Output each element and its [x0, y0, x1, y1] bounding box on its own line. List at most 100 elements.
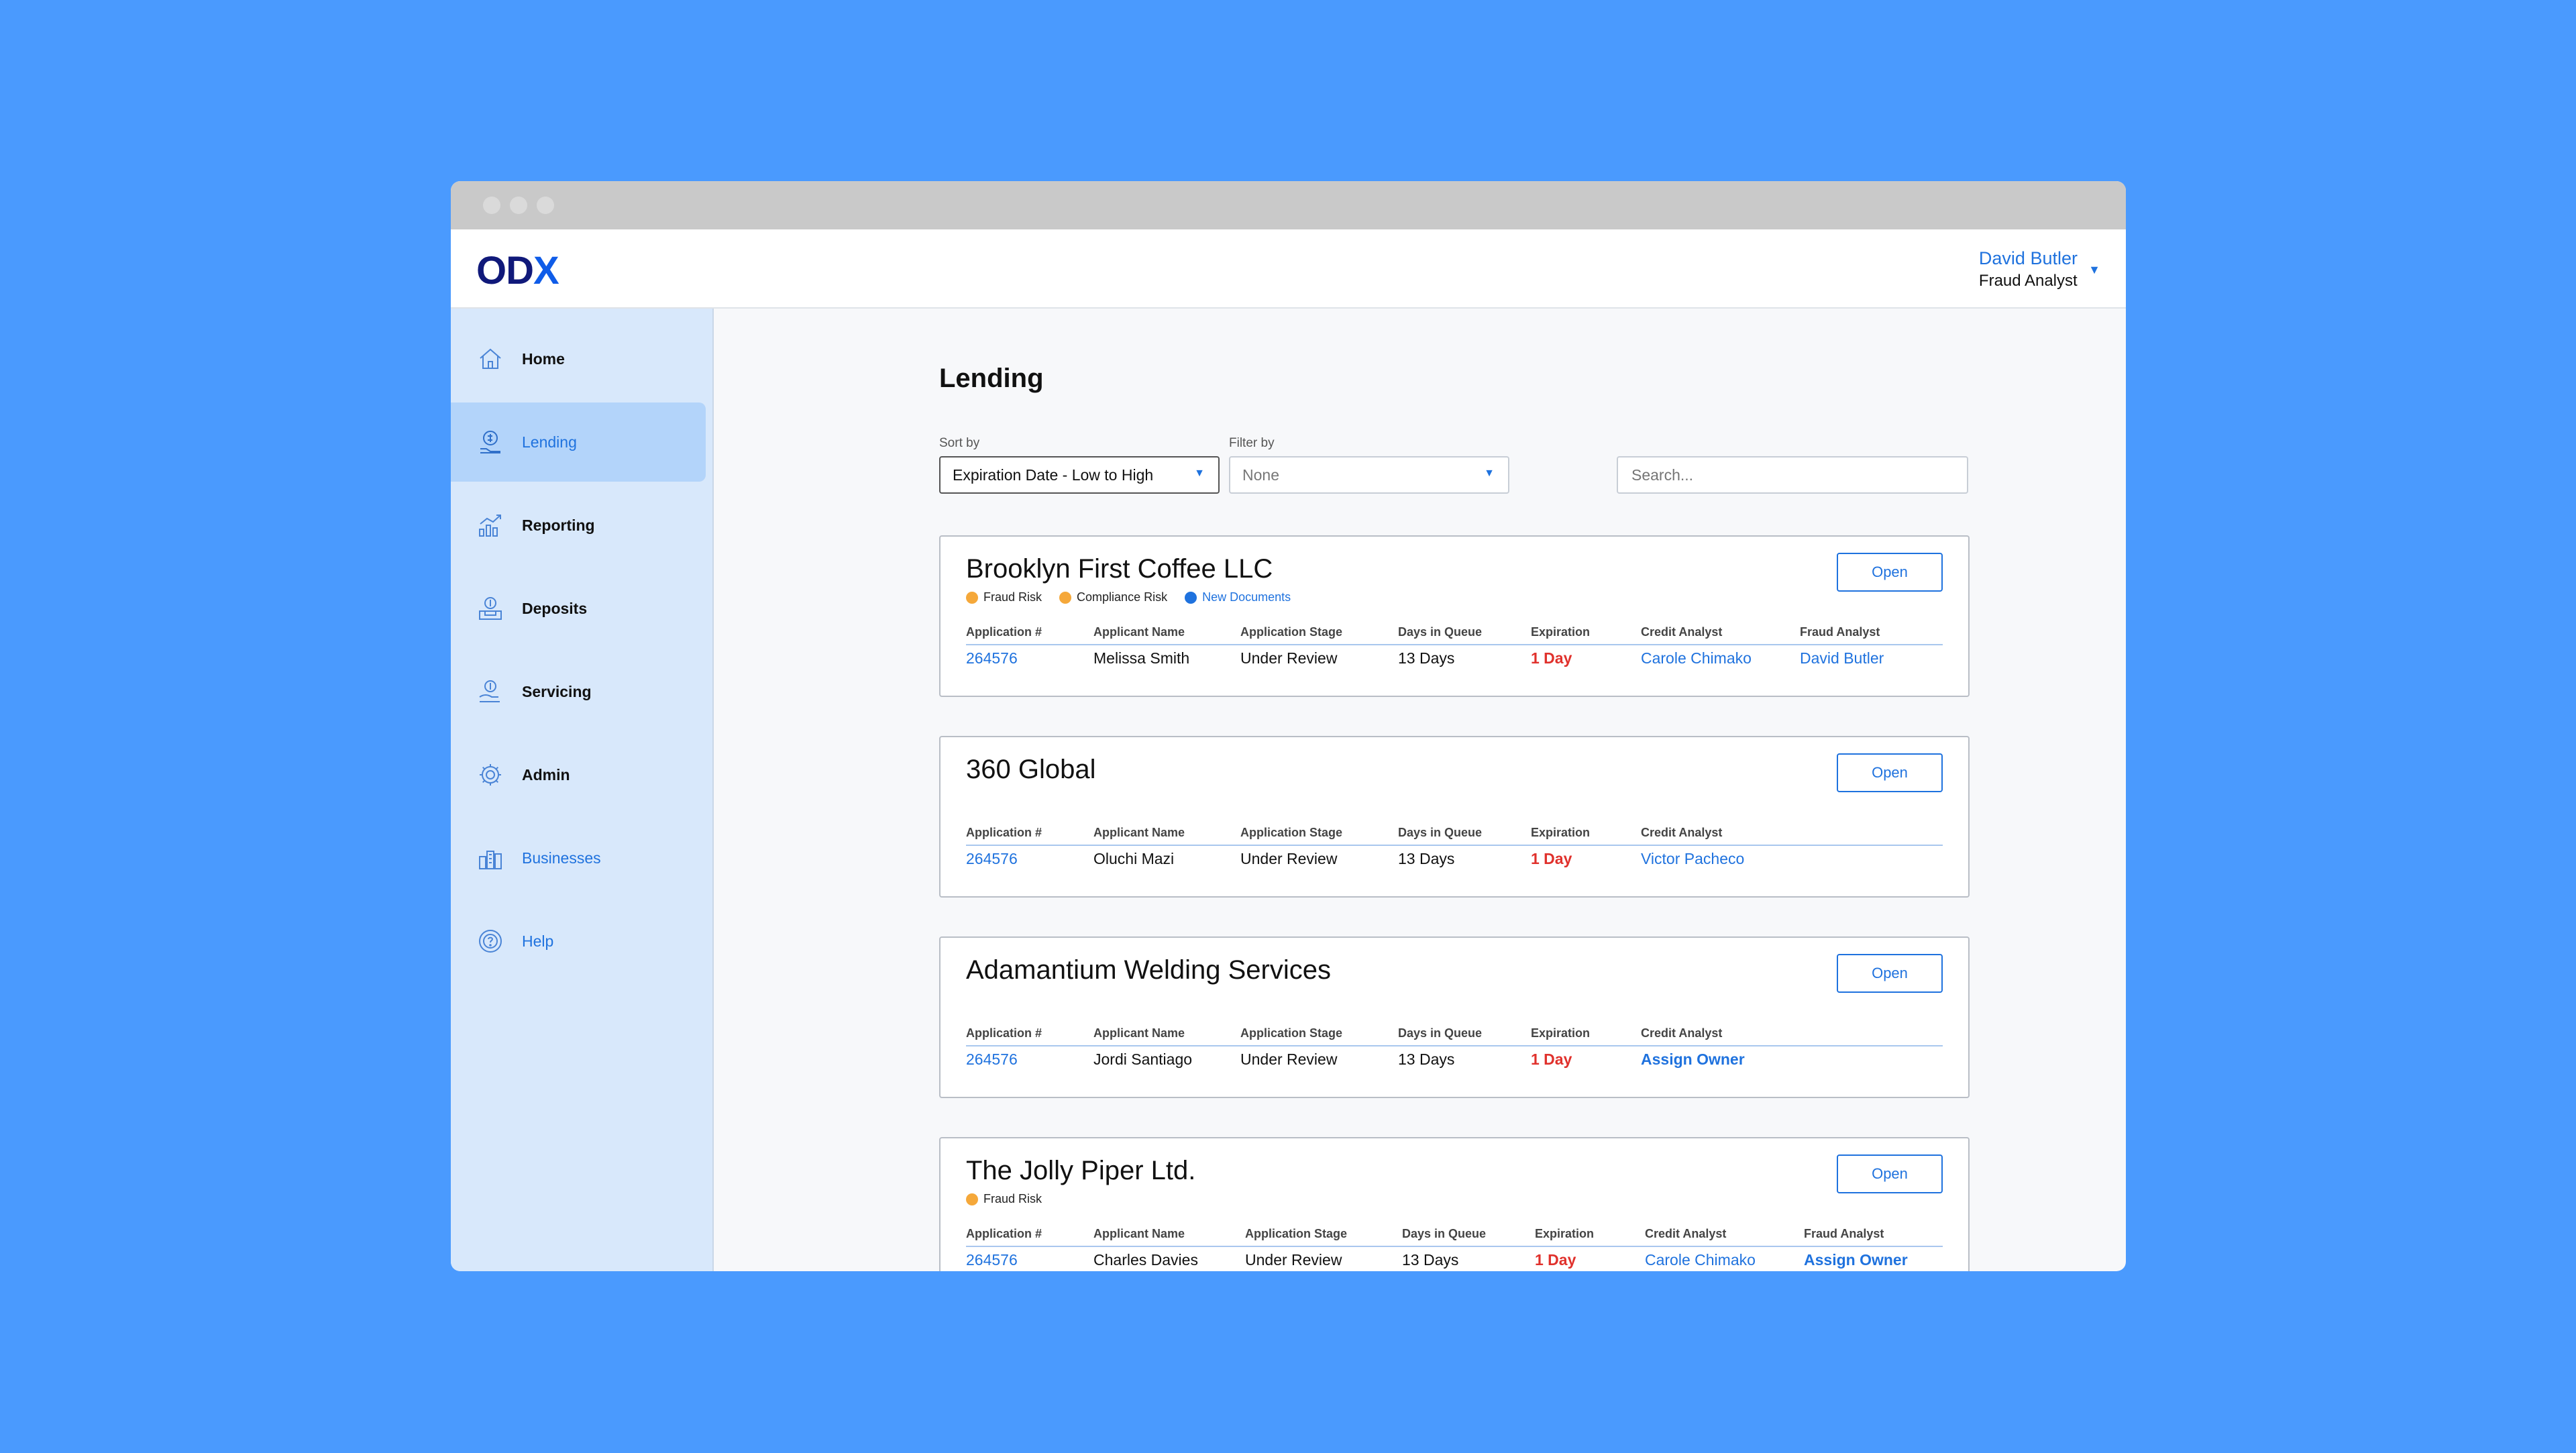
open-button[interactable]: Open [1837, 1154, 1943, 1193]
applicant-name: Melissa Smith [1093, 649, 1190, 667]
application-number-link[interactable]: 264576 [966, 649, 1018, 667]
application-card: Brooklyn First Coffee LLC Fraud Risk Com… [939, 535, 1970, 697]
application-number-link[interactable]: 264576 [966, 1251, 1018, 1269]
credit-analyst-link[interactable]: Carole Chimako [1645, 1251, 1756, 1269]
table-header: Application # Applicant Name Application… [966, 826, 1943, 846]
credit-analyst-link[interactable]: Carole Chimako [1641, 649, 1752, 667]
table-header: Application # Applicant Name Application… [966, 1227, 1943, 1247]
sidebar-item-reporting[interactable]: Reporting [451, 486, 706, 565]
window-maximize-dot[interactable] [537, 197, 554, 214]
sidebar-item-deposits[interactable]: Deposits [451, 569, 706, 648]
column-header: Applicant Name [1093, 826, 1185, 839]
days-in-queue: 13 Days [1398, 1051, 1455, 1068]
filter-label: Filter by [1229, 436, 1275, 450]
sidebar-item-label: Servicing [522, 682, 592, 700]
days-in-queue: 13 Days [1398, 850, 1455, 867]
table-header: Application # Applicant Name Application… [966, 625, 1943, 645]
search-input[interactable] [1617, 456, 1968, 494]
help-icon [475, 926, 506, 957]
sidebar-item-home[interactable]: Home [451, 319, 706, 398]
credit-analyst-link[interactable]: Victor Pacheco [1641, 850, 1744, 868]
column-header: Days in Queue [1398, 826, 1483, 839]
table-header: Application # Applicant Name Application… [966, 1026, 1943, 1046]
application-stage: Under Review [1240, 850, 1338, 867]
user-name[interactable]: David Butler [1979, 248, 2078, 269]
fraud-analyst-link[interactable]: David Butler [1800, 649, 1884, 667]
filter-select[interactable]: None ▼ [1229, 456, 1509, 494]
assign-owner-link[interactable]: Assign Owner [1641, 1051, 1745, 1069]
sidebar-item-businesses[interactable]: Businesses [451, 818, 706, 898]
column-header: Application # [966, 625, 1042, 639]
column-header: Fraud Analyst [1800, 625, 1880, 639]
open-button[interactable]: Open [1837, 553, 1943, 592]
application-card: Adamantium Welding Services Open Applica… [939, 936, 1970, 1098]
column-header: Expiration [1531, 625, 1591, 639]
expiration: 1 Day [1531, 649, 1572, 667]
column-header: Credit Analyst [1645, 1227, 1727, 1240]
column-header: Credit Analyst [1641, 826, 1723, 839]
column-header: Application # [966, 826, 1042, 839]
sidebar-item-admin[interactable]: Admin [451, 735, 706, 814]
sidebar-item-servicing[interactable]: Servicing [451, 652, 706, 731]
business-name: The Jolly Piper Ltd. [966, 1156, 1196, 1185]
column-header: Expiration [1531, 826, 1591, 839]
deposits-icon [475, 593, 506, 624]
tag-new-documents[interactable]: New Documents [1185, 590, 1291, 604]
sidebar-item-label: Deposits [522, 599, 588, 617]
reporting-icon [475, 510, 506, 541]
user-role: Fraud Analyst [1978, 272, 2078, 290]
window-close-dot[interactable] [483, 197, 500, 214]
column-header: Credit Analyst [1641, 625, 1723, 639]
column-header: Fraud Analyst [1804, 1227, 1884, 1240]
user-menu[interactable]: David Butler Fraud Analyst [1979, 248, 2078, 290]
sidebar-item-label: Admin [522, 765, 570, 784]
sidebar: Home Lending Reporting Deposits Servicin… [451, 309, 714, 1271]
sidebar-item-label: Lending [522, 433, 577, 451]
column-header: Application # [966, 1026, 1042, 1040]
column-header: Applicant Name [1093, 625, 1185, 639]
tag-fraud-risk: Fraud Risk [966, 590, 1042, 604]
open-button[interactable]: Open [1837, 954, 1943, 993]
application-number-link[interactable]: 264576 [966, 850, 1018, 868]
column-header: Days in Queue [1398, 625, 1483, 639]
risk-tags: Fraud Risk Compliance Risk New Documents [966, 590, 1308, 604]
main-content: Lending Sort by Expiration Date - Low to… [715, 309, 2126, 1271]
status-dot [1185, 591, 1197, 604]
risk-tags: Fraud Risk [966, 1192, 1059, 1206]
column-header: Days in Queue [1398, 1026, 1483, 1040]
page-title: Lending [939, 364, 1044, 393]
expiration: 1 Day [1535, 1251, 1576, 1269]
business-name: Brooklyn First Coffee LLC [966, 554, 1273, 584]
filter-select-value: None [1242, 466, 1279, 484]
sidebar-item-lending[interactable]: Lending [451, 402, 706, 482]
expiration: 1 Day [1531, 850, 1572, 867]
chevron-down-icon[interactable]: ▼ [2088, 263, 2100, 277]
sidebar-item-help[interactable]: Help [451, 902, 706, 981]
column-header: Expiration [1535, 1227, 1595, 1240]
column-header: Application Stage [1240, 625, 1343, 639]
open-button[interactable]: Open [1837, 753, 1943, 792]
column-header: Applicant Name [1093, 1227, 1185, 1240]
application-table: Application # Applicant Name Application… [966, 826, 1943, 870]
window-minimize-dot[interactable] [510, 197, 527, 214]
column-header: Credit Analyst [1641, 1026, 1723, 1040]
sort-select[interactable]: Expiration Date - Low to High ▼ [939, 456, 1220, 494]
table-row: 264576 Melissa Smith Under Review 13 Day… [966, 649, 1943, 669]
application-stage: Under Review [1240, 649, 1338, 667]
application-number-link[interactable]: 264576 [966, 1051, 1018, 1069]
table-row: 264576 Charles Davies Under Review 13 Da… [966, 1251, 1943, 1271]
application-card: 360 Global Open Application # Applicant … [939, 736, 1970, 898]
applicant-name: Charles Davies [1093, 1251, 1198, 1269]
status-dot [1059, 591, 1072, 604]
application-table: Application # Applicant Name Application… [966, 1026, 1943, 1071]
column-header: Expiration [1531, 1026, 1591, 1040]
application-table: Application # Applicant Name Application… [966, 625, 1943, 669]
odx-logo[interactable]: ODX [476, 248, 559, 293]
assign-owner-link[interactable]: Assign Owner [1804, 1251, 1908, 1269]
window-titlebar [451, 181, 2126, 229]
gear-icon [475, 759, 506, 790]
business-name: Adamantium Welding Services [966, 955, 1331, 985]
column-header: Application Stage [1240, 826, 1343, 839]
businesses-icon [475, 843, 506, 873]
top-header: ODX David Butler Fraud Analyst ▼ [451, 229, 2126, 309]
